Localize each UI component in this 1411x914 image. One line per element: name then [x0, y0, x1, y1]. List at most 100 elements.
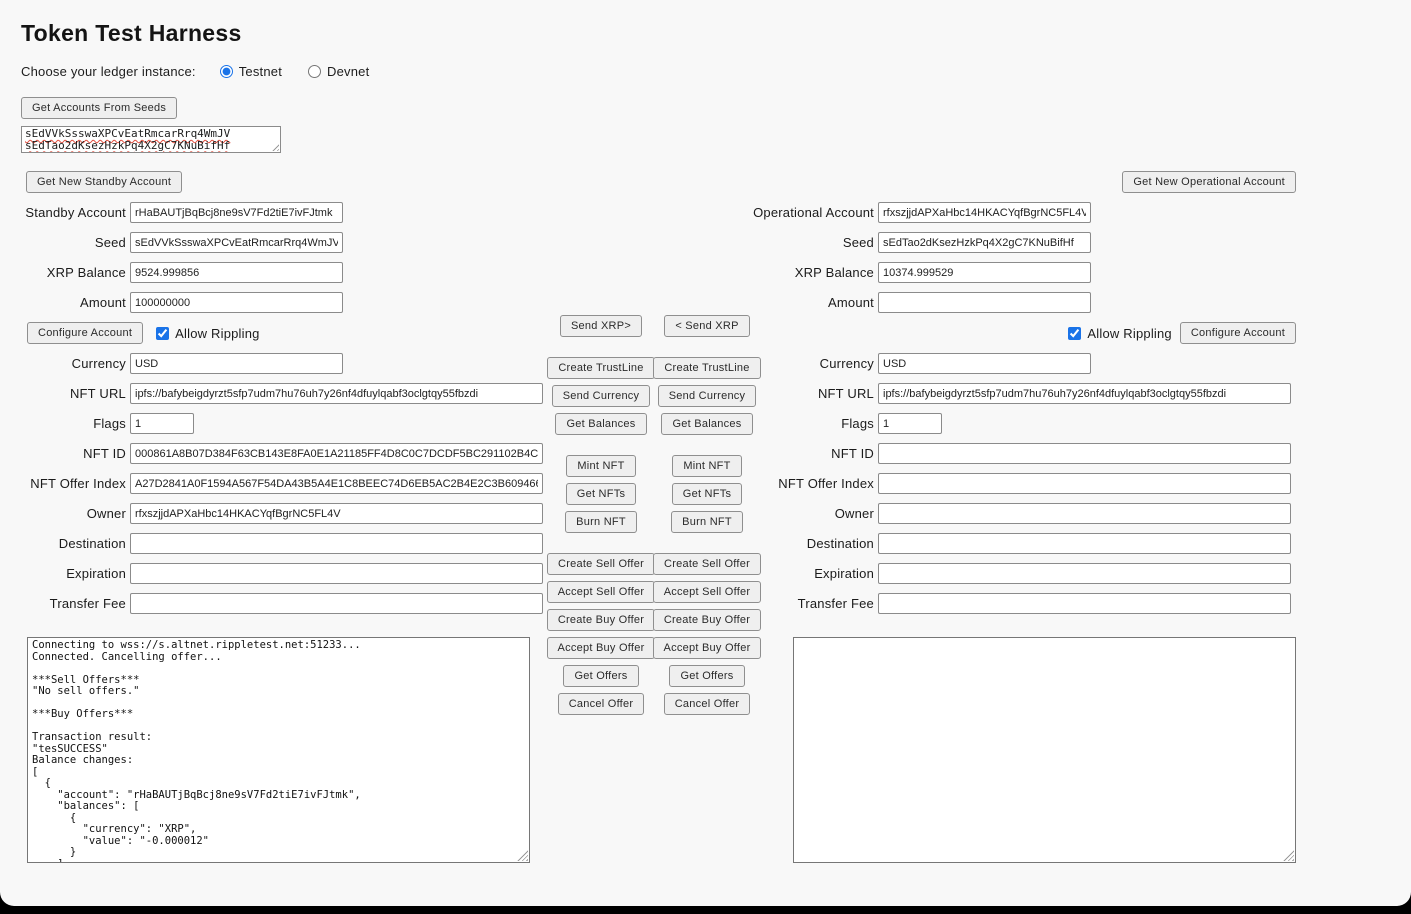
- standby-nft-url-input[interactable]: [130, 383, 543, 404]
- operational-send-xrp-button[interactable]: < Send XRP: [664, 315, 749, 337]
- operational-accept-sell-offer-button[interactable]: Accept Sell Offer: [653, 581, 762, 603]
- operational-amount-input[interactable]: [878, 292, 1091, 313]
- operational-create-buy-offer-button[interactable]: Create Buy Offer: [653, 609, 761, 631]
- ledger-prompt-label: Choose your ledger instance:: [21, 64, 196, 79]
- operational-flags-input[interactable]: [878, 413, 942, 434]
- operational-allow-rippling-option: Allow Rippling: [1068, 326, 1171, 341]
- operational-cancel-offer-button[interactable]: Cancel Offer: [664, 693, 751, 715]
- standby-burn-nft-button[interactable]: Burn NFT: [565, 511, 637, 533]
- standby-account-input[interactable]: [130, 202, 343, 223]
- operational-results-textarea[interactable]: [793, 637, 1296, 863]
- standby-nft-url-label: NFT URL: [21, 386, 130, 401]
- standby-send-xrp-button[interactable]: Send XRP>: [560, 315, 642, 337]
- standby-create-buy-offer-button[interactable]: Create Buy Offer: [547, 609, 655, 631]
- standby-configure-account-button[interactable]: Configure Account: [27, 322, 143, 344]
- standby-column: Get New Standby Account Standby Account …: [21, 171, 551, 623]
- standby-send-currency-button[interactable]: Send Currency: [552, 385, 651, 407]
- get-new-operational-account-button[interactable]: Get New Operational Account: [1122, 171, 1296, 193]
- standby-destination-input[interactable]: [130, 533, 543, 554]
- operational-nft-id-input[interactable]: [878, 443, 1291, 464]
- operational-send-currency-button[interactable]: Send Currency: [658, 385, 757, 407]
- ledger-testnet-label[interactable]: Testnet: [239, 64, 282, 79]
- operational-allow-rippling-label[interactable]: Allow Rippling: [1087, 326, 1171, 341]
- standby-amount-input[interactable]: [130, 292, 343, 313]
- operational-actions-column: < Send XRP Create TrustLine Send Currenc…: [657, 315, 757, 721]
- operational-transfer-fee-input[interactable]: [878, 593, 1291, 614]
- ledger-testnet-option: Testnet: [220, 64, 282, 79]
- standby-create-sell-offer-button[interactable]: Create Sell Offer: [547, 553, 655, 575]
- operational-destination-label: Destination: [750, 536, 878, 551]
- operational-account-label: Operational Account: [750, 205, 878, 220]
- ledger-devnet-option: Devnet: [308, 64, 369, 79]
- operational-expiration-label: Expiration: [750, 566, 878, 581]
- standby-transfer-fee-label: Transfer Fee: [21, 596, 130, 611]
- standby-nft-id-input[interactable]: [130, 443, 543, 464]
- operational-owner-label: Owner: [750, 506, 878, 521]
- operational-nft-url-label: NFT URL: [750, 386, 878, 401]
- standby-accept-sell-offer-button[interactable]: Accept Sell Offer: [547, 581, 656, 603]
- standby-currency-input[interactable]: [130, 353, 343, 374]
- ledger-devnet-radio[interactable]: [308, 65, 321, 78]
- operational-nft-id-label: NFT ID: [750, 446, 878, 461]
- operational-configure-account-button[interactable]: Configure Account: [1180, 322, 1296, 344]
- standby-xrp-balance-input[interactable]: [130, 262, 343, 283]
- operational-transfer-fee-label: Transfer Fee: [750, 596, 878, 611]
- standby-cancel-offer-button[interactable]: Cancel Offer: [558, 693, 645, 715]
- standby-nft-offer-index-input[interactable]: [130, 473, 543, 494]
- standby-allow-rippling-option: Allow Rippling: [156, 326, 259, 341]
- operational-xrp-balance-label: XRP Balance: [750, 265, 878, 280]
- standby-get-offers-button[interactable]: Get Offers: [563, 665, 638, 687]
- standby-seed-input[interactable]: [130, 232, 343, 253]
- ledger-testnet-radio[interactable]: [220, 65, 233, 78]
- standby-allow-rippling-label[interactable]: Allow Rippling: [175, 326, 259, 341]
- operational-get-offers-button[interactable]: Get Offers: [669, 665, 744, 687]
- operational-column: Get New Operational Account Operational …: [750, 171, 1296, 623]
- get-accounts-from-seeds-button[interactable]: Get Accounts From Seeds: [21, 97, 177, 119]
- ledger-devnet-label[interactable]: Devnet: [327, 64, 369, 79]
- standby-nft-offer-index-label: NFT Offer Index: [21, 476, 130, 491]
- operational-accept-buy-offer-button[interactable]: Accept Buy Offer: [653, 637, 762, 659]
- operational-burn-nft-button[interactable]: Burn NFT: [671, 511, 743, 533]
- standby-nft-id-label: NFT ID: [21, 446, 130, 461]
- page-title: Token Test Harness: [21, 20, 242, 47]
- standby-flags-input[interactable]: [130, 413, 194, 434]
- operational-get-balances-button[interactable]: Get Balances: [661, 413, 752, 435]
- standby-mint-nft-button[interactable]: Mint NFT: [566, 455, 635, 477]
- standby-actions-column: Send XRP> Create TrustLine Send Currency…: [551, 315, 651, 721]
- standby-transfer-fee-input[interactable]: [130, 593, 543, 614]
- operational-destination-input[interactable]: [878, 533, 1291, 554]
- standby-seed-label: Seed: [21, 235, 130, 250]
- operational-seed-input[interactable]: [878, 232, 1091, 253]
- ledger-instance-row: Choose your ledger instance: Testnet Dev…: [21, 64, 395, 79]
- standby-expiration-label: Expiration: [21, 566, 130, 581]
- standby-allow-rippling-checkbox[interactable]: [156, 327, 169, 340]
- operational-seed-label: Seed: [750, 235, 878, 250]
- operational-allow-rippling-checkbox[interactable]: [1068, 327, 1081, 340]
- operational-create-sell-offer-button[interactable]: Create Sell Offer: [653, 553, 761, 575]
- operational-nft-url-input[interactable]: [878, 383, 1291, 404]
- seed-line: sEdVVkSsswaXPCvEatRmcarRrq4WmJV: [25, 128, 277, 140]
- standby-create-trustline-button[interactable]: Create TrustLine: [547, 357, 654, 379]
- operational-nft-offer-index-input[interactable]: [878, 473, 1291, 494]
- standby-expiration-input[interactable]: [130, 563, 543, 584]
- seeds-textarea[interactable]: sEdVVkSsswaXPCvEatRmcarRrq4WmJV sEdTao2d…: [21, 126, 281, 153]
- standby-get-balances-button[interactable]: Get Balances: [555, 413, 646, 435]
- token-test-harness-page: Token Test Harness Choose your ledger in…: [0, 0, 1411, 906]
- operational-mint-nft-button[interactable]: Mint NFT: [672, 455, 741, 477]
- operational-owner-input[interactable]: [878, 503, 1291, 524]
- operational-xrp-balance-input[interactable]: [878, 262, 1091, 283]
- operational-expiration-input[interactable]: [878, 563, 1291, 584]
- standby-owner-input[interactable]: [130, 503, 543, 524]
- standby-account-label: Standby Account: [21, 205, 130, 220]
- operational-results-area: [793, 637, 1296, 863]
- get-new-standby-account-button[interactable]: Get New Standby Account: [26, 171, 182, 193]
- operational-create-trustline-button[interactable]: Create TrustLine: [653, 357, 760, 379]
- standby-results-area: Connecting to wss://s.altnet.rippletest.…: [27, 637, 530, 863]
- standby-results-textarea[interactable]: Connecting to wss://s.altnet.rippletest.…: [27, 637, 530, 863]
- standby-flags-label: Flags: [21, 416, 130, 431]
- operational-currency-input[interactable]: [878, 353, 1091, 374]
- standby-get-nfts-button[interactable]: Get NFTs: [566, 483, 636, 505]
- operational-get-nfts-button[interactable]: Get NFTs: [672, 483, 742, 505]
- standby-accept-buy-offer-button[interactable]: Accept Buy Offer: [547, 637, 656, 659]
- operational-account-input[interactable]: [878, 202, 1091, 223]
